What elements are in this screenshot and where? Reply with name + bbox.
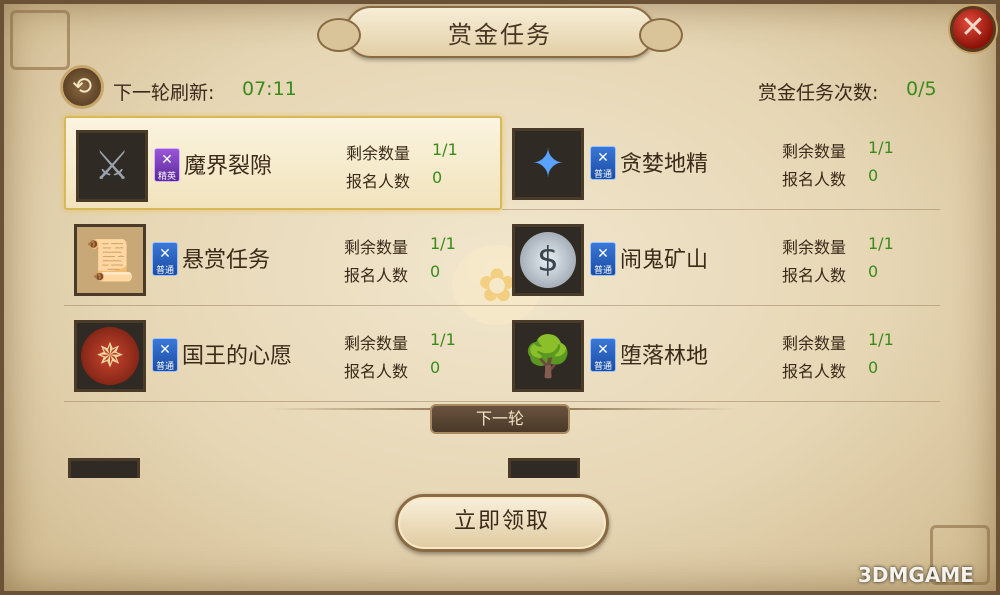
claim-now-button[interactable]: 立即领取	[395, 494, 609, 552]
remaining-label: 剩余数量	[782, 142, 847, 161]
remaining-label: 剩余数量	[782, 334, 847, 353]
remaining-value: 1/1	[868, 234, 894, 253]
remaining-label: 剩余数量	[344, 334, 409, 353]
signed-up-value: 0	[868, 166, 879, 185]
rift-icon: ⚔	[76, 130, 148, 202]
title-banner: 赏金任务	[317, 6, 683, 58]
remaining-label: 剩余数量	[346, 144, 411, 163]
task-name: 国王的心愿	[182, 344, 293, 369]
bounty-count-value: 0/5	[906, 78, 937, 100]
normal-badge: ✕ 普通	[590, 338, 616, 372]
task-name: 贪婪地精	[620, 152, 709, 177]
signed-up-label: 报名人数	[346, 172, 411, 191]
task-card[interactable]: ✦ ✕ 普通 贪婪地精 剩余数量 1/1 报名人数 0	[502, 116, 940, 210]
compass-icon: ✵	[74, 320, 146, 392]
normal-badge: ✕ 普通	[152, 242, 178, 276]
remaining-value: 1/1	[430, 330, 456, 349]
task-card[interactable]: 🌳 ✕ 普通 堕落林地 剩余数量 1/1 报名人数 0	[502, 308, 940, 402]
signed-up-value: 0	[432, 168, 443, 187]
task-card[interactable]: ⚔ ✕ 精英 魔界裂隙 剩余数量 1/1 报名人数 0	[64, 116, 502, 210]
remaining-value: 1/1	[432, 140, 458, 159]
signed-up-value: 0	[868, 358, 879, 377]
elite-badge: ✕ 精英	[154, 148, 180, 182]
signed-up-label: 报名人数	[782, 170, 847, 189]
signed-up-label: 报名人数	[782, 362, 847, 381]
task-name: 闹鬼矿山	[620, 248, 709, 273]
watermark: 3DMGAME	[858, 563, 974, 587]
remaining-value: 1/1	[868, 138, 894, 157]
next-round-task-icon	[68, 458, 140, 478]
refresh-label: 下一轮刷新:	[113, 82, 215, 104]
bounty-count-label: 赏金任务次数:	[758, 82, 879, 104]
next-round-label: 下一轮	[430, 404, 570, 434]
remaining-value: 1/1	[430, 234, 456, 253]
task-card[interactable]: $ ✕ 普通 闹鬼矿山 剩余数量 1/1 报名人数 0	[502, 212, 940, 306]
scroll-icon: 📜	[74, 224, 146, 296]
signed-up-label: 报名人数	[344, 266, 409, 285]
task-card[interactable]: 📜 ✕ 普通 悬赏任务 剩余数量 1/1 报名人数 0	[64, 212, 502, 306]
signed-up-label: 报名人数	[782, 266, 847, 285]
task-name: 堕落林地	[620, 344, 709, 369]
frame-corner	[10, 10, 70, 70]
close-button[interactable]: ✕	[950, 6, 996, 52]
task-card[interactable]: ✵ ✕ 普通 国王的心愿 剩余数量 1/1 报名人数 0	[64, 308, 502, 402]
forest-icon: 🌳	[512, 320, 584, 392]
normal-badge: ✕ 普通	[590, 242, 616, 276]
refresh-icon[interactable]: ⟲	[60, 65, 104, 109]
normal-badge: ✕ 普通	[590, 146, 616, 180]
signed-up-value: 0	[430, 358, 441, 377]
crystal-icon: ✦	[512, 128, 584, 200]
page-title: 赏金任务	[448, 20, 552, 49]
signed-up-label: 报名人数	[344, 362, 409, 381]
normal-badge: ✕ 普通	[152, 338, 178, 372]
silver-coin-icon: $	[512, 224, 584, 296]
remaining-label: 剩余数量	[782, 238, 847, 257]
signed-up-value: 0	[868, 262, 879, 281]
refresh-timer: 07:11	[242, 78, 297, 100]
remaining-value: 1/1	[868, 330, 894, 349]
task-name: 悬赏任务	[182, 248, 271, 273]
task-name: 魔界裂隙	[184, 154, 273, 179]
signed-up-value: 0	[430, 262, 441, 281]
next-round-task-icon	[508, 458, 580, 478]
remaining-label: 剩余数量	[344, 238, 409, 257]
close-icon: ✕	[960, 10, 986, 45]
